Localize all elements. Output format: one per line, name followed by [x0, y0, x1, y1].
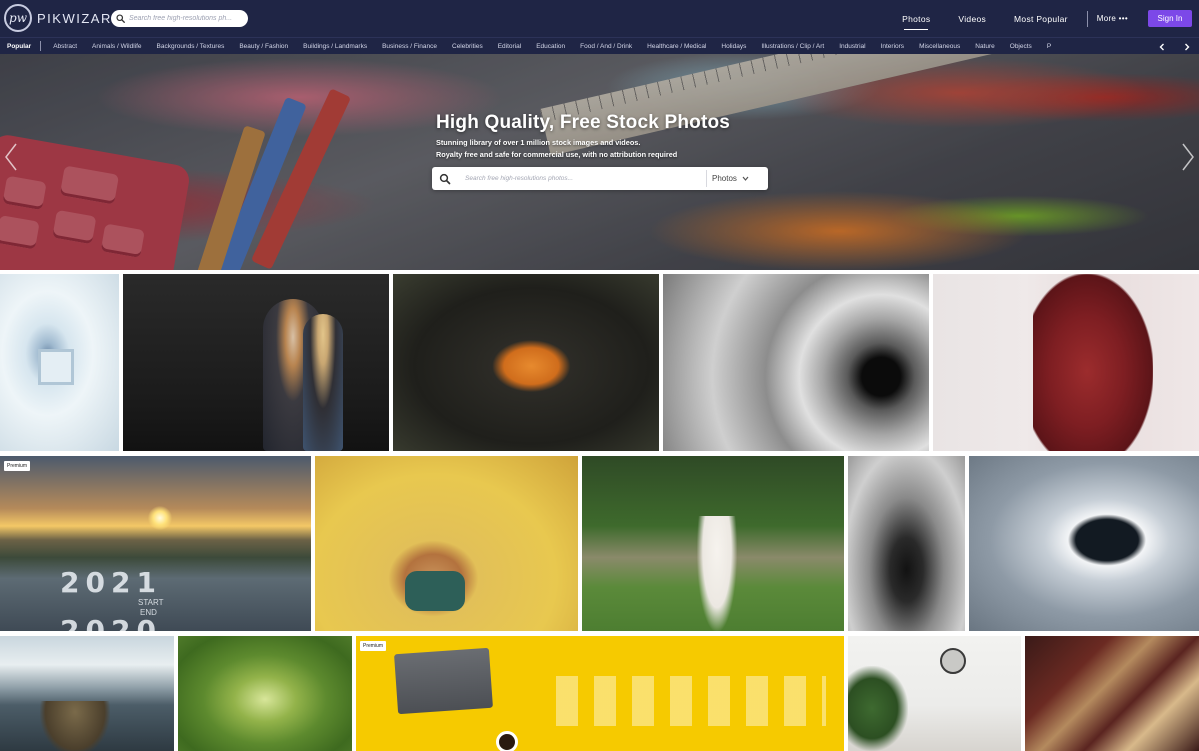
nav-most-popular[interactable]: Most Popular [1014, 14, 1068, 24]
category-item[interactable]: Nature [975, 43, 995, 50]
road-text-2020: 2020 [60, 614, 162, 631]
photo-tile-woman-sunglasses[interactable] [315, 456, 578, 631]
photo-tile-wedding[interactable] [582, 456, 844, 631]
nav-photos[interactable]: Photos [902, 14, 930, 30]
category-item[interactable]: Business / Finance [382, 43, 437, 50]
category-item[interactable]: Education [536, 43, 565, 50]
road-text-2021: 2021 [60, 566, 162, 599]
photo-tile-old-books[interactable] [1025, 636, 1199, 751]
hero-search-box: Photos [432, 167, 768, 190]
pikwizard-logo[interactable]: pw PIKWIZARD [4, 4, 123, 32]
category-popular[interactable]: Popular [7, 43, 31, 50]
chevron-left-icon[interactable] [4, 142, 18, 172]
category-bar: Popular Abstract Animals / Wildlife Back… [0, 37, 1199, 54]
hero-search-input[interactable] [465, 175, 695, 182]
category-item[interactable]: Celebrities [452, 43, 483, 50]
search-icon[interactable] [439, 173, 451, 185]
hero-subtitle-line-2: Royalty free and safe for commercial use… [436, 150, 678, 159]
category-item[interactable]: Illustrations / Clip / Art [761, 43, 824, 50]
nav-videos[interactable]: Videos [958, 14, 986, 24]
chevron-right-icon[interactable] [1181, 142, 1195, 172]
photo-tile-eye[interactable] [663, 274, 929, 451]
sign-in-button[interactable]: Sign In [1148, 10, 1192, 27]
chevron-left-icon[interactable] [1158, 43, 1166, 51]
main-nav: Photos Videos Most Popular More ••• Sign… [902, 0, 1199, 37]
category-divider [40, 41, 42, 51]
photo-tile-succulent[interactable] [178, 636, 352, 751]
photo-tile-pregnant-woman[interactable] [933, 274, 1199, 451]
category-scroll-controls [1149, 38, 1199, 54]
logo-mark: pw [4, 4, 32, 32]
category-item[interactable]: Abstract [53, 43, 77, 50]
photo-tile-laptop-yellow[interactable]: Premium [356, 636, 844, 751]
nav-more-menu[interactable]: More ••• [1097, 14, 1128, 23]
category-item[interactable]: Beauty / Fashion [239, 43, 288, 50]
premium-badge: Premium [360, 641, 387, 651]
header-search-box [111, 10, 248, 27]
hero-title: High Quality, Free Stock Photos [436, 112, 731, 133]
hero-overlay [0, 54, 1199, 270]
road-text-start: START [138, 598, 164, 607]
search-type-dropdown[interactable]: Photos [706, 170, 768, 187]
photo-tile-pumpkin[interactable] [393, 274, 659, 451]
category-item[interactable]: Objects [1010, 43, 1032, 50]
photo-tile-corridor[interactable] [0, 274, 119, 451]
search-type-value: Photos [712, 174, 737, 183]
category-item[interactable]: Healthcare / Medical [647, 43, 706, 50]
category-item[interactable]: Industrial [839, 43, 865, 50]
premium-badge: Premium [4, 461, 31, 471]
search-icon[interactable] [116, 14, 125, 23]
photo-tile-couple-walking[interactable] [123, 274, 389, 451]
header-search-input[interactable] [129, 15, 244, 22]
top-navigation-bar: pw PIKWIZARD Photos Videos Most Popular … [0, 0, 1199, 37]
category-item[interactable]: Editorial [498, 43, 521, 50]
photo-tile-coffee-mittens[interactable] [969, 456, 1199, 631]
category-item[interactable]: P [1047, 43, 1051, 50]
logo-text: PIKWIZARD [37, 10, 123, 26]
category-item[interactable]: Food / And / Drink [580, 43, 632, 50]
nav-divider [1086, 10, 1088, 27]
category-item[interactable]: Backgrounds / Textures [157, 43, 225, 50]
photo-tile-sea-rock[interactable] [0, 636, 174, 751]
photo-tile-plants-shelf[interactable] [848, 636, 1021, 751]
category-item[interactable]: Holidays [721, 43, 746, 50]
photo-tile-man-in-forest[interactable] [848, 456, 965, 631]
photo-tile-road-2021[interactable]: 2021 START END 2020 Premium [0, 456, 311, 631]
chevron-down-icon [742, 176, 749, 181]
chevron-right-icon[interactable] [1183, 43, 1191, 51]
category-item[interactable]: Interiors [881, 43, 904, 50]
category-item[interactable]: Animals / Wildlife [92, 43, 141, 50]
category-list: Abstract Animals / Wildlife Backgrounds … [53, 43, 1167, 50]
hero-banner: High Quality, Free Stock Photos Stunning… [0, 54, 1199, 270]
hero-subtitle-line-1: Stunning library of over 1 million stock… [436, 138, 641, 147]
category-item[interactable]: Buildings / Landmarks [303, 43, 367, 50]
category-item[interactable]: Miscellaneous [919, 43, 960, 50]
